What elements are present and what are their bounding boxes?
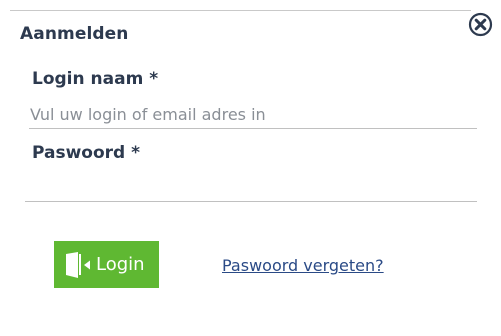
login-name-input[interactable] xyxy=(29,101,477,129)
door-enter-icon xyxy=(64,251,92,278)
login-name-label: Login naam * xyxy=(32,69,159,89)
forgot-password-link[interactable]: Paswoord vergeten? xyxy=(222,256,384,275)
login-button-label: Login xyxy=(96,254,145,275)
close-circle-icon xyxy=(468,12,493,37)
dialog-title: Aanmelden xyxy=(20,24,129,44)
password-label: Paswoord * xyxy=(32,143,141,163)
login-button[interactable]: Login xyxy=(54,241,159,288)
password-input[interactable] xyxy=(25,173,477,202)
close-button[interactable] xyxy=(468,12,493,37)
top-divider xyxy=(10,10,471,11)
